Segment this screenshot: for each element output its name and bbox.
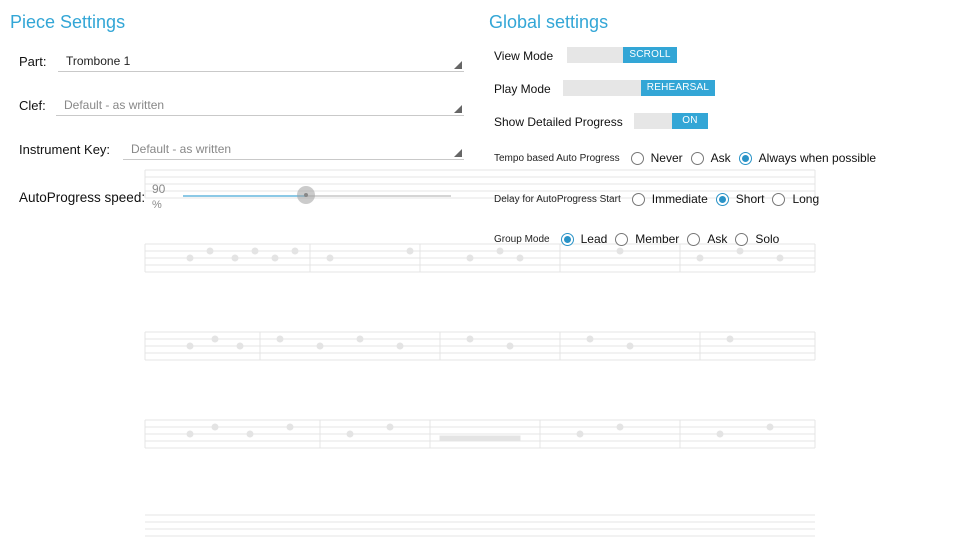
instrument-key-label: Instrument Key: — [19, 142, 111, 157]
dropdown-arrow-icon — [454, 61, 462, 69]
group-mode-label: Group Mode — [494, 233, 550, 245]
view-mode-label: View Mode — [494, 49, 554, 63]
radio-ask[interactable] — [690, 151, 704, 165]
option-long[interactable]: Long — [792, 192, 819, 206]
radio-long[interactable] — [772, 192, 786, 206]
part-label: Part: — [19, 54, 47, 69]
autoprogress-speed-value: 90 — [152, 182, 166, 196]
autoprogress-seekbar[interactable] — [183, 186, 451, 206]
dropdown-arrow-icon — [454, 105, 462, 113]
detailed-progress-state: ON — [672, 113, 708, 129]
clef-value: Default - as written — [64, 98, 165, 112]
play-mode-state: REHEARSAL — [641, 80, 715, 96]
view-mode-toggle[interactable]: SCROLL — [567, 47, 677, 63]
radio-lead[interactable] — [560, 232, 574, 246]
option-always-when-possible[interactable]: Always when possible — [759, 151, 876, 165]
part-value: Trombone 1 — [66, 54, 131, 68]
delay-auto-progress-group: Delay for AutoProgress Start Immediate S… — [494, 192, 822, 206]
seekbar-thumb[interactable] — [297, 186, 315, 204]
option-ask[interactable]: Ask — [711, 151, 731, 165]
radio-always-when-possible[interactable] — [738, 151, 752, 165]
option-solo[interactable]: Solo — [755, 232, 779, 246]
detailed-progress-toggle[interactable]: ON — [634, 113, 708, 129]
option-short[interactable]: Short — [736, 192, 765, 206]
radio-ask-group[interactable] — [687, 232, 701, 246]
detailed-progress-label: Show Detailed Progress — [494, 115, 623, 129]
clef-label: Clef: — [19, 98, 46, 113]
tempo-auto-progress-group: Tempo based Auto Progress Never Ask Alwa… — [494, 151, 879, 165]
instrument-key-spinner[interactable]: Default - as written — [123, 140, 464, 160]
option-lead[interactable]: Lead — [581, 232, 608, 246]
option-member[interactable]: Member — [635, 232, 679, 246]
radio-member[interactable] — [615, 232, 629, 246]
option-ask-group[interactable]: Ask — [707, 232, 727, 246]
play-mode-toggle[interactable]: REHEARSAL — [563, 80, 715, 96]
autoprogress-speed-label: AutoProgress speed: — [19, 190, 146, 205]
option-immediate[interactable]: Immediate — [652, 192, 708, 206]
tempo-auto-progress-label: Tempo based Auto Progress — [494, 152, 620, 164]
instrument-key-value: Default - as written — [131, 142, 232, 156]
view-mode-state: SCROLL — [623, 47, 677, 63]
clef-spinner[interactable]: Default - as written — [56, 96, 464, 116]
radio-never[interactable] — [630, 151, 644, 165]
radio-short[interactable] — [715, 192, 729, 206]
play-mode-label: Play Mode — [494, 82, 551, 96]
radio-solo[interactable] — [735, 232, 749, 246]
piece-settings-title: Piece Settings — [10, 12, 126, 32]
autoprogress-speed-unit: % — [152, 199, 162, 211]
global-settings-title: Global settings — [489, 12, 609, 32]
delay-auto-progress-label: Delay for AutoProgress Start — [494, 193, 621, 205]
option-never[interactable]: Never — [651, 151, 683, 165]
dropdown-arrow-icon — [454, 149, 462, 157]
radio-immediate[interactable] — [631, 192, 645, 206]
group-mode-group: Group Mode Lead Member Ask Solo — [494, 232, 782, 246]
part-spinner[interactable]: Trombone 1 — [58, 52, 464, 72]
